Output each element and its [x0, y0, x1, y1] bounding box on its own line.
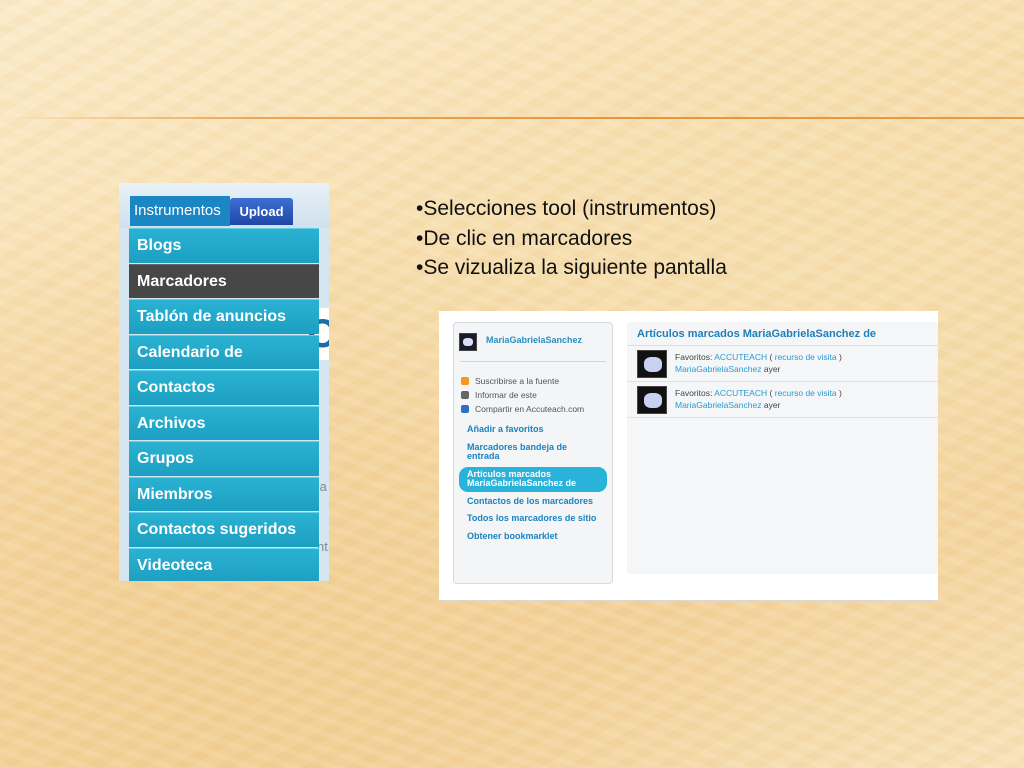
- bookmarks-main: Artículos marcados MariaGabrielaSanchez …: [627, 322, 938, 574]
- rss-icon: [461, 377, 469, 385]
- menu-item-miembros[interactable]: Miembros: [129, 476, 319, 511]
- menu-screenshot: C Sa nt Instrumentos Upload Blogs Marcad…: [119, 183, 329, 581]
- divider: [460, 361, 606, 362]
- bookmarks-nav: Añadir a favoritos Marcadores bandeja de…: [459, 422, 607, 546]
- entry-line: Favoritos: ACCUTEACH ( recurso de visita…: [675, 388, 842, 398]
- paren: (: [769, 352, 773, 362]
- menu-item-blogs[interactable]: Blogs: [129, 228, 319, 263]
- menu-item-archivos[interactable]: Archivos: [129, 405, 319, 440]
- list-item: Favoritos: ACCUTEACH ( recurso de visita…: [637, 386, 937, 416]
- report-label: Informar de este: [475, 390, 537, 400]
- avatar: [637, 386, 667, 414]
- divider: [627, 417, 938, 418]
- menu-item-contactos[interactable]: Contactos: [129, 370, 319, 405]
- report-link[interactable]: Informar de este: [461, 390, 537, 400]
- list-item: Favoritos: ACCUTEACH ( recurso de visita…: [637, 350, 937, 380]
- resource-link[interactable]: recurso de visita: [775, 352, 837, 362]
- resource-link[interactable]: recurso de visita: [775, 388, 837, 398]
- instruction-item: •Selecciones tool (instrumentos): [416, 197, 717, 220]
- site-link[interactable]: ACCUTEACH: [714, 352, 767, 362]
- timestamp: ayer: [763, 364, 781, 374]
- nav-inbox[interactable]: Marcadores bandeja de entrada: [459, 440, 607, 465]
- entry-meta: MariaGabrielaSanchez ayer: [675, 364, 780, 374]
- user-link[interactable]: MariaGabrielaSanchez: [675, 364, 761, 374]
- avatar: [459, 333, 477, 351]
- nav-bookmarklet[interactable]: Obtener bookmarklet: [459, 529, 607, 545]
- instruction-item: •De clic en marcadores: [416, 226, 633, 250]
- menu-item-grupos[interactable]: Grupos: [129, 441, 319, 476]
- subscribe-label: Suscribirse a la fuente: [475, 376, 560, 386]
- menu-item-marcadores[interactable]: Marcadores: [129, 263, 319, 298]
- user-name-link[interactable]: MariaGabrielaSanchez: [486, 335, 582, 345]
- paren: ): [839, 388, 842, 398]
- paren: ): [839, 352, 842, 362]
- subscribe-link[interactable]: Suscribirse a la fuente: [461, 376, 559, 386]
- divider: [627, 381, 938, 382]
- nav-my-bookmarks[interactable]: Artículos marcados MariaGabrielaSanchez …: [459, 466, 607, 492]
- bookmarks-page-screenshot: MariaGabrielaSanchez Suscribirse a la fu…: [439, 311, 938, 601]
- tools-menu: Blogs Marcadores Tablón de anuncios Cale…: [129, 228, 319, 581]
- nav-all-bookmarks[interactable]: Todos los marcadores de sitio: [459, 511, 607, 527]
- share-label: Compartir en Accuteach.com: [475, 404, 585, 414]
- user-row: MariaGabrielaSanchez: [459, 331, 609, 353]
- tab-instrumentos[interactable]: Instrumentos: [130, 196, 230, 226]
- menu-item-tablon[interactable]: Tablón de anuncios: [129, 299, 319, 334]
- entry-line: Favoritos: ACCUTEACH ( recurso de visita…: [675, 352, 842, 362]
- flag-icon: [461, 391, 469, 399]
- share-icon: [461, 405, 469, 413]
- nav-contacts-bookmarks[interactable]: Contactos de los marcadores: [459, 494, 607, 510]
- menu-item-calendario[interactable]: Calendario de: [129, 334, 319, 369]
- paren: (: [769, 388, 773, 398]
- menu-item-contactos-sugeridos[interactable]: Contactos sugeridos: [129, 512, 319, 547]
- user-link[interactable]: MariaGabrielaSanchez: [675, 400, 761, 410]
- timestamp: ayer: [763, 400, 781, 410]
- favorites-label: Favoritos:: [675, 388, 713, 398]
- instruction-list: •Selecciones tool (instrumentos) •De cli…: [416, 194, 727, 283]
- entry-meta: MariaGabrielaSanchez ayer: [675, 400, 780, 410]
- accent-divider-line: [0, 117, 1024, 119]
- divider: [627, 345, 938, 346]
- avatar: [637, 350, 667, 378]
- bookmarks-sidebar: MariaGabrielaSanchez Suscribirse a la fu…: [453, 322, 613, 584]
- site-link[interactable]: ACCUTEACH: [714, 388, 767, 398]
- favorites-label: Favoritos:: [675, 352, 713, 362]
- menu-item-videoteca[interactable]: Videoteca: [129, 547, 319, 581]
- nav-add-favorites[interactable]: Añadir a favoritos: [459, 422, 607, 438]
- upload-button[interactable]: Upload: [230, 198, 293, 225]
- page-title: Artículos marcados MariaGabrielaSanchez …: [637, 328, 877, 340]
- instruction-item: •Se vizualiza la siguiente pantalla: [416, 256, 727, 279]
- share-link[interactable]: Compartir en Accuteach.com: [461, 404, 584, 414]
